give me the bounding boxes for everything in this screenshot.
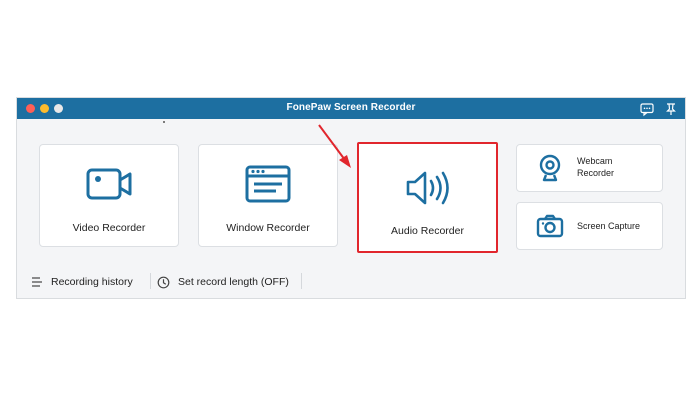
app-window: FonePaw Screen Recorder Video Recorder W… xyxy=(16,97,686,299)
bottom-toolbar: Recording history Set record length (OFF… xyxy=(17,270,685,294)
chat-icon[interactable] xyxy=(639,101,655,117)
window-title: FonePaw Screen Recorder xyxy=(286,102,416,113)
screen-capture-button[interactable]: Screen Capture xyxy=(516,202,663,250)
set-record-length-button[interactable]: Set record length (OFF) xyxy=(157,274,289,290)
set-record-length-label: Set record length (OFF) xyxy=(178,276,289,288)
recording-history-button[interactable]: Recording history xyxy=(31,274,133,290)
video-recorder-label: Video Recorder xyxy=(72,222,146,234)
title-bar: FonePaw Screen Recorder xyxy=(17,98,685,119)
decorative-dot xyxy=(163,121,165,123)
camera-icon xyxy=(536,214,564,238)
speaker-icon xyxy=(406,171,449,205)
window-recorder-button[interactable]: Window Recorder xyxy=(198,144,338,247)
recording-history-label: Recording history xyxy=(51,276,133,288)
webcam-label-line1: Webcam xyxy=(577,156,613,166)
divider xyxy=(150,273,151,289)
video-recorder-button[interactable]: Video Recorder xyxy=(39,144,179,247)
webcam-icon xyxy=(539,154,561,182)
window-recorder-label: Window Recorder xyxy=(226,222,310,234)
divider xyxy=(301,273,302,289)
webcam-recorder-button[interactable]: Webcam Recorder xyxy=(516,144,663,192)
audio-recorder-label: Audio Recorder xyxy=(391,225,464,237)
video-camera-icon xyxy=(86,168,132,200)
clock-icon xyxy=(157,276,170,288)
browser-window-icon xyxy=(245,165,291,203)
audio-recorder-button[interactable]: Audio Recorder xyxy=(357,142,498,253)
list-icon xyxy=(32,277,42,287)
webcam-recorder-label: Webcam Recorder xyxy=(577,155,614,179)
pin-icon[interactable] xyxy=(663,101,679,117)
screen-capture-label: Screen Capture xyxy=(577,221,641,231)
webcam-label-line2: Recorder xyxy=(577,168,615,178)
